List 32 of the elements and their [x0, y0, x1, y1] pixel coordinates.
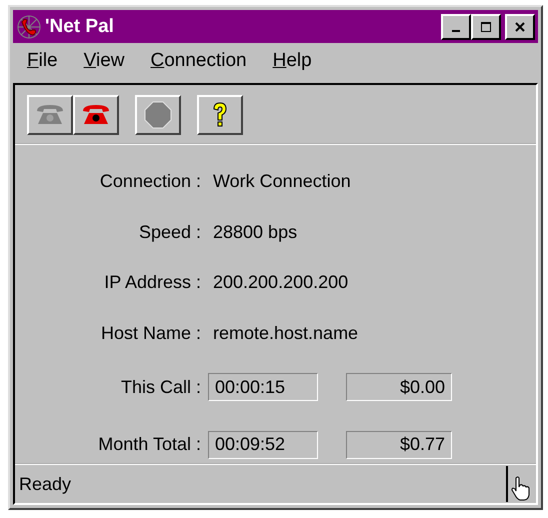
cost-display: $0.77 [346, 430, 452, 459]
time-display: 00:00:15 [208, 373, 318, 402]
octagon-icon [144, 101, 172, 129]
menu-item[interactable]: View [84, 50, 124, 72]
hang-up-button[interactable] [73, 95, 119, 135]
close-icon [513, 20, 527, 34]
question-mark-icon [211, 101, 229, 129]
field-value: remote.host.name [213, 322, 360, 344]
menu-item[interactable]: Help [272, 50, 312, 72]
field-label: Speed : [138, 222, 201, 243]
status-text: Ready [19, 474, 72, 494]
phone-icon [16, 14, 42, 40]
minimize-icon [452, 30, 460, 32]
cost-display: $0.00 [346, 373, 452, 402]
field-label: Host Name : [100, 322, 201, 344]
menu-item[interactable]: File [27, 50, 58, 72]
field-label: This Call : [120, 376, 201, 398]
field-value: Work Connection [213, 171, 352, 192]
menu-item[interactable]: Connection [150, 50, 247, 72]
maximize-button[interactable] [471, 14, 501, 40]
field-label: Month Total : [97, 434, 201, 456]
time-display: 00:09:52 [208, 430, 318, 459]
field-value: 28800 bps [213, 222, 298, 243]
telephone-icon [35, 103, 65, 127]
field-value: 200.200.200.200 [213, 272, 350, 294]
minimize-button[interactable] [441, 14, 471, 40]
close-button[interactable] [505, 14, 535, 40]
field-label: Connection : [98, 171, 201, 192]
help-button[interactable] [197, 95, 243, 135]
telephone-icon [81, 103, 111, 127]
window-title: 'Net Pal [45, 16, 115, 38]
field-label: IP Address : [103, 272, 201, 294]
